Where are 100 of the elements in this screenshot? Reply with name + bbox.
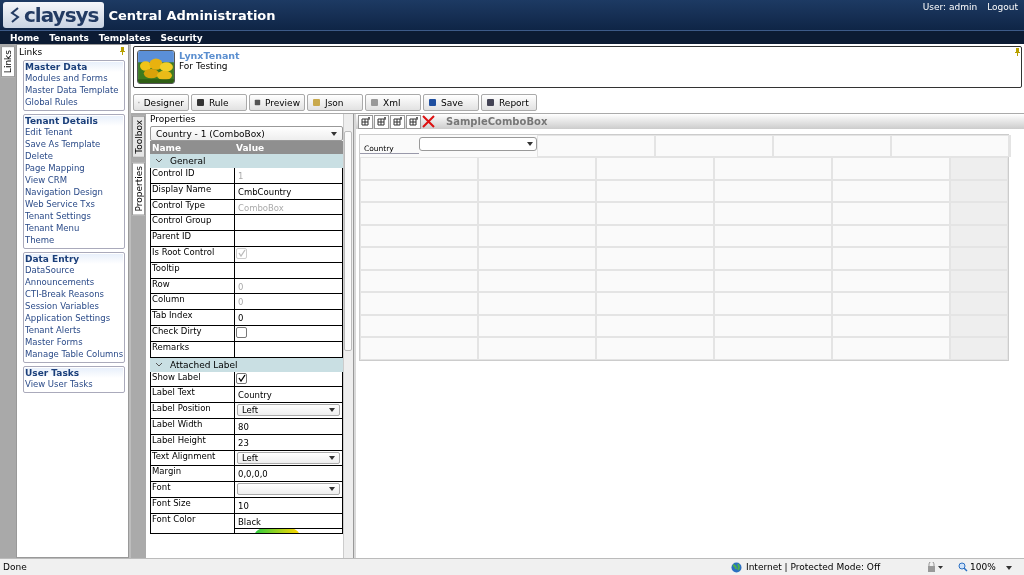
menu-item[interactable]: Templates bbox=[98, 32, 151, 43]
zoom-level[interactable]: 100% bbox=[970, 562, 1006, 572]
tenant-name: LynxTenant bbox=[179, 50, 240, 61]
nav-link[interactable]: Tenant Settings bbox=[25, 210, 123, 222]
nav-link[interactable]: Global Rules bbox=[25, 96, 123, 108]
nav-link[interactable]: Application Settings bbox=[25, 312, 123, 324]
property-value[interactable]: 23 bbox=[235, 434, 342, 450]
toolbar-button[interactable]: Rule bbox=[191, 94, 247, 111]
nav-link[interactable]: Navigation Design bbox=[25, 186, 123, 198]
side-tab[interactable]: Toolbox bbox=[132, 116, 145, 158]
form-title: SampleComboBox bbox=[446, 116, 548, 127]
toolbar-button[interactable]: Designer bbox=[133, 94, 189, 111]
combo-box[interactable] bbox=[419, 137, 537, 151]
security-zone: Internet | Protected Mode: Off bbox=[746, 562, 882, 572]
property-name: Label Width bbox=[151, 418, 235, 434]
nav-link[interactable]: Master Forms bbox=[25, 336, 123, 348]
column-header: Value bbox=[236, 142, 266, 153]
logout-link[interactable]: Logout bbox=[987, 2, 1018, 12]
toolbar-button[interactable]: Report bbox=[481, 94, 537, 111]
nav-link[interactable]: Tenant Alerts bbox=[25, 324, 123, 336]
caret-icon bbox=[329, 408, 335, 413]
nav-link[interactable]: DataSource bbox=[25, 264, 123, 276]
property-value[interactable]: Country bbox=[235, 387, 342, 403]
property-name: Label Text bbox=[151, 387, 235, 403]
property-name: Label Position bbox=[151, 403, 235, 418]
globe-icon bbox=[731, 561, 742, 573]
checkbox[interactable] bbox=[236, 372, 247, 384]
color-wheel-icon bbox=[255, 528, 299, 533]
menu-item[interactable]: Security bbox=[160, 32, 203, 43]
property-value[interactable]: 10 bbox=[235, 497, 342, 513]
lock-icon[interactable] bbox=[926, 562, 944, 572]
toolbar-button[interactable]: Json bbox=[307, 94, 363, 111]
nav-link[interactable]: View CRM bbox=[25, 174, 123, 186]
tenant-description: For Testing bbox=[179, 61, 228, 71]
caret-icon bbox=[1006, 566, 1012, 570]
group-title: Data Entry bbox=[25, 254, 123, 264]
nav-link[interactable]: Modules and Forms bbox=[25, 72, 123, 84]
value-dropdown[interactable]: Left bbox=[237, 451, 340, 464]
app-title: Central Administration bbox=[108, 7, 277, 23]
zoom-icon bbox=[958, 562, 968, 572]
property-value[interactable]: 0,0,0,0 bbox=[235, 466, 342, 482]
nav-link[interactable]: Web Service Txs bbox=[25, 198, 123, 210]
nav-link[interactable]: Master Data Template bbox=[25, 84, 123, 96]
chevron-icon bbox=[156, 159, 162, 163]
links-tab[interactable]: Links bbox=[1, 46, 15, 78]
nav-link[interactable]: View User Tasks bbox=[25, 378, 123, 390]
section-header[interactable]: General bbox=[150, 154, 343, 168]
property-value[interactable]: 0 bbox=[235, 310, 342, 325]
property-value[interactable]: Black bbox=[235, 513, 342, 529]
pin-icon[interactable] bbox=[1015, 48, 1020, 56]
logo-icon bbox=[9, 6, 21, 24]
nav-link[interactable]: CTI-Break Reasons bbox=[25, 288, 123, 300]
checkbox[interactable] bbox=[236, 326, 247, 338]
logo-text: claysys bbox=[24, 3, 99, 27]
delete-icon[interactable] bbox=[422, 115, 435, 128]
panel-title: Properties bbox=[150, 114, 196, 124]
icon-button[interactable] bbox=[358, 114, 373, 129]
property-name: Check Dirty bbox=[151, 325, 235, 341]
scrollbar[interactable] bbox=[343, 114, 353, 558]
property-value[interactable]: CmbCountry bbox=[235, 183, 342, 199]
toolbar-button[interactable]: Xml bbox=[365, 94, 421, 111]
property-name: Is Root Control bbox=[151, 247, 235, 262]
property-name: Show Label bbox=[151, 371, 235, 387]
icon-button[interactable] bbox=[406, 114, 421, 129]
toolbar-button[interactable]: Preview bbox=[249, 94, 305, 111]
nav-link[interactable]: Edit Tenant bbox=[25, 126, 123, 138]
toolbar-button[interactable]: Save bbox=[423, 94, 479, 111]
nav-link[interactable]: Session Variables bbox=[25, 300, 123, 312]
nav-link[interactable]: Manage Table Columns bbox=[25, 348, 123, 360]
control-dropdown[interactable]: Country - 1 (ComboBox) bbox=[150, 126, 343, 141]
property-name: Tab Index bbox=[151, 310, 235, 325]
caret-icon bbox=[329, 487, 335, 492]
pin-icon[interactable] bbox=[120, 47, 125, 55]
menu-item[interactable]: Tenants bbox=[49, 32, 89, 43]
nav-link[interactable]: Page Mapping bbox=[25, 162, 123, 174]
caret-icon bbox=[329, 455, 335, 460]
section-title: Attached Label bbox=[170, 359, 238, 370]
nav-link[interactable]: Tenant Menu bbox=[25, 222, 123, 234]
caret-icon bbox=[527, 142, 533, 146]
property-name: Tooltip bbox=[151, 262, 235, 278]
icon-button[interactable] bbox=[390, 114, 405, 129]
group-title: Master Data bbox=[25, 62, 123, 72]
property-name: Label Height bbox=[151, 434, 235, 450]
group-title: Tenant Details bbox=[25, 116, 123, 126]
nav-link[interactable]: Delete bbox=[25, 150, 123, 162]
side-tab[interactable]: Properties bbox=[132, 161, 145, 216]
property-name: Margin bbox=[151, 466, 235, 482]
caret-icon bbox=[331, 131, 337, 136]
column-header: Name bbox=[152, 142, 183, 153]
nav-link[interactable]: Save As Template bbox=[25, 138, 123, 150]
property-name: Font Color bbox=[151, 513, 235, 533]
value-dropdown[interactable]: Left bbox=[237, 404, 340, 417]
icon-button[interactable] bbox=[374, 114, 389, 129]
property-value[interactable]: 80 bbox=[235, 418, 342, 434]
menu-item[interactable]: Home bbox=[10, 32, 40, 43]
property-name: Control ID bbox=[151, 168, 235, 183]
panel-title: Links bbox=[19, 47, 43, 57]
nav-link[interactable]: Theme bbox=[25, 234, 123, 246]
property-name: Column bbox=[151, 294, 235, 310]
nav-link[interactable]: Announcements bbox=[25, 276, 123, 288]
